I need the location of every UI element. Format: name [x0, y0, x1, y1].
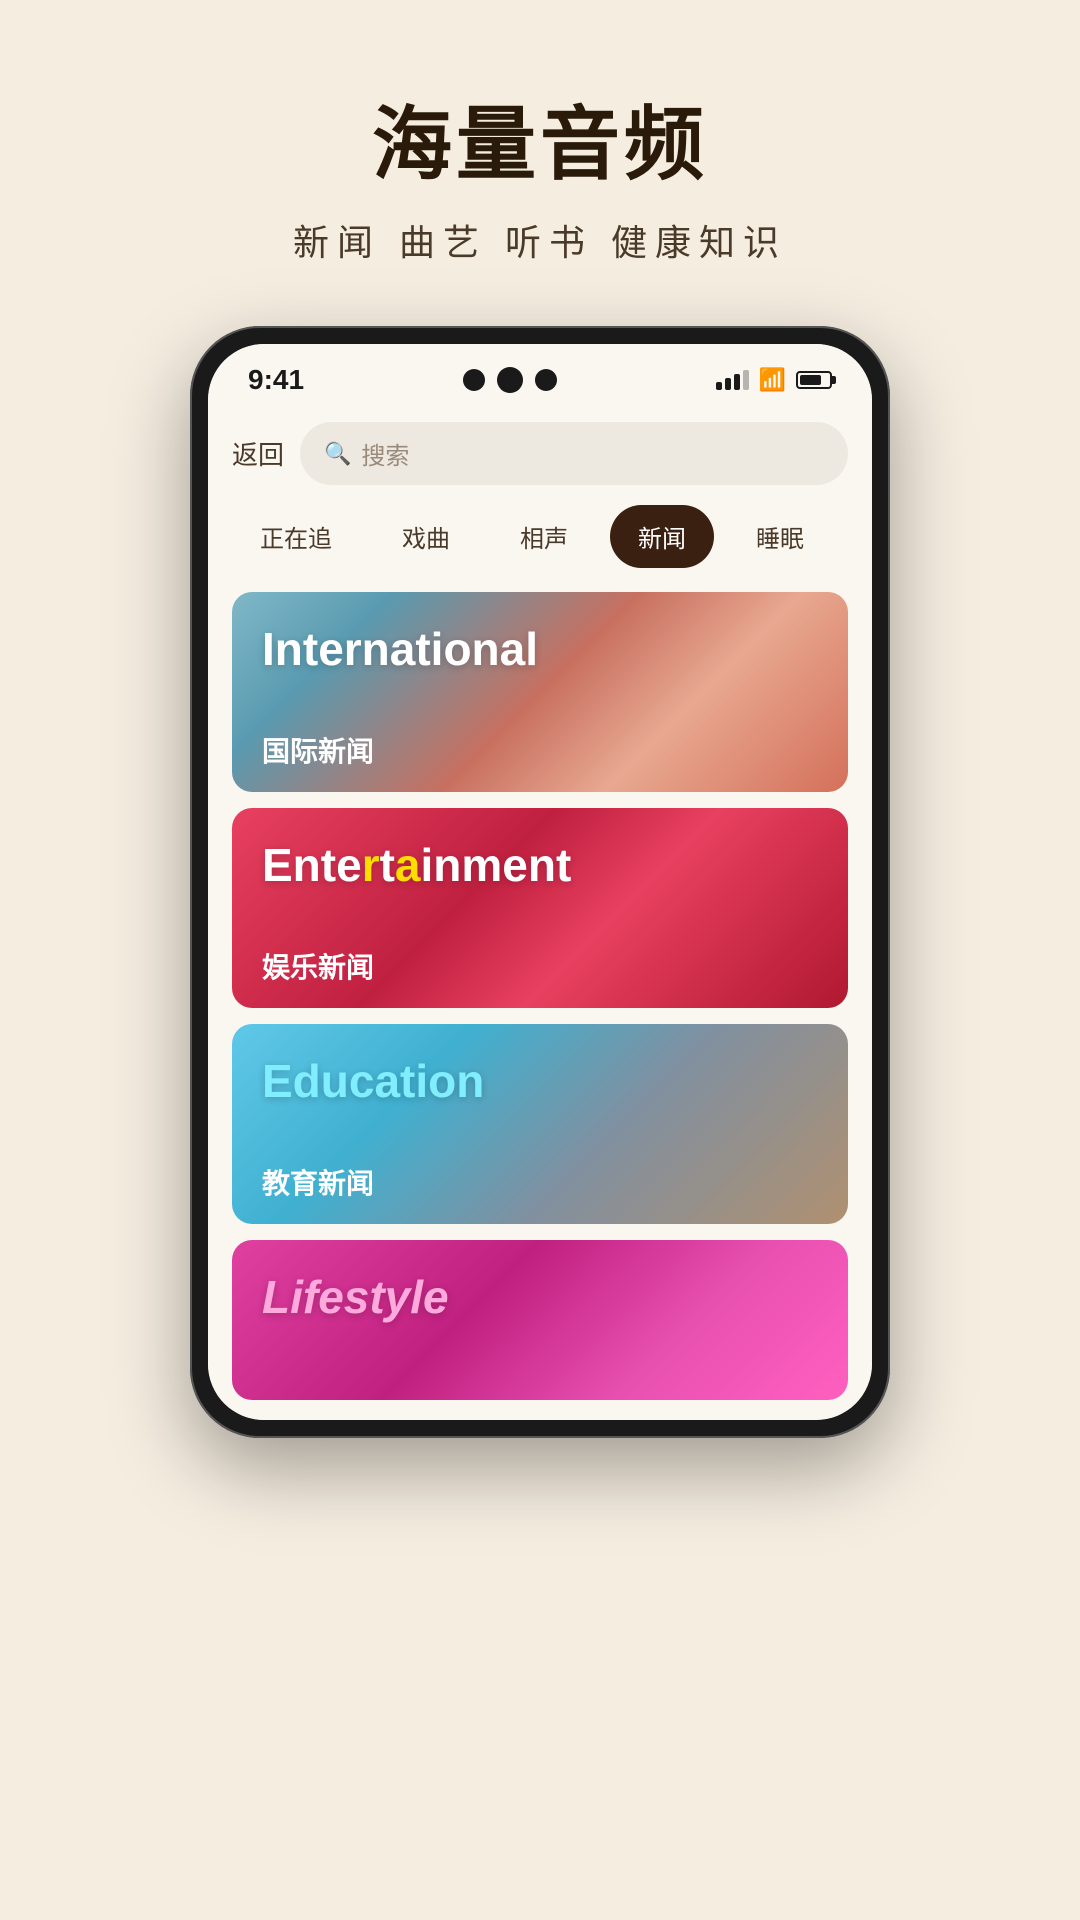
phone-screen: 9:41 📶: [208, 344, 872, 1420]
camera-dot-right: [535, 369, 557, 391]
search-placeholder-text: 搜索: [361, 436, 409, 471]
category-cards: International 国际新闻 Entertainment 娱乐新闻 Ed…: [232, 592, 848, 1420]
card-international-title-cn: 国际新闻: [262, 730, 374, 770]
card-entertainment[interactable]: Entertainment 娱乐新闻: [232, 808, 848, 1008]
page-subtitle: 新闻 曲艺 听书 健康知识: [293, 214, 787, 266]
camera-dot-left: [463, 369, 485, 391]
search-bar[interactable]: 🔍 搜索: [300, 422, 848, 485]
card-lifestyle[interactable]: Lifestyle: [232, 1240, 848, 1400]
page-title: 海量音频: [293, 80, 787, 196]
camera-dot-center: [497, 367, 523, 393]
tab-following[interactable]: 正在追: [232, 505, 360, 568]
status-notch: [463, 367, 557, 393]
card-education-title-en: Education: [262, 1054, 484, 1108]
card-education-title-cn: 教育新闻: [262, 1162, 374, 1202]
status-bar: 9:41 📶: [208, 344, 872, 406]
status-icons: 📶: [716, 367, 832, 393]
signal-icon: [716, 370, 749, 390]
search-icon: 🔍: [324, 441, 351, 467]
card-international[interactable]: International 国际新闻: [232, 592, 848, 792]
phone-mockup: 9:41 📶: [190, 326, 890, 1438]
card-education[interactable]: Education 教育新闻: [232, 1024, 848, 1224]
tab-opera[interactable]: 戏曲: [374, 505, 478, 568]
card-entertainment-title-en: Entertainment: [262, 838, 571, 892]
wifi-icon: 📶: [759, 367, 786, 393]
battery-icon: [796, 371, 832, 389]
status-time: 9:41: [248, 364, 304, 396]
tab-crosstalk[interactable]: 相声: [492, 505, 596, 568]
app-content: 返回 🔍 搜索 正在追 戏曲 相声 新闻 睡眠 International: [208, 406, 872, 1420]
card-international-title-en: International: [262, 622, 538, 676]
tab-news[interactable]: 新闻: [610, 505, 714, 568]
card-lifestyle-title-en: Lifestyle: [262, 1270, 449, 1324]
nav-bar: 返回 🔍 搜索: [232, 422, 848, 485]
back-button[interactable]: 返回: [232, 435, 284, 472]
category-tabs: 正在追 戏曲 相声 新闻 睡眠: [232, 505, 848, 568]
battery-fill: [800, 375, 821, 385]
page-header: 海量音频 新闻 曲艺 听书 健康知识: [293, 80, 787, 266]
card-entertainment-title-cn: 娱乐新闻: [262, 946, 374, 986]
tab-sleep[interactable]: 睡眠: [728, 505, 832, 568]
